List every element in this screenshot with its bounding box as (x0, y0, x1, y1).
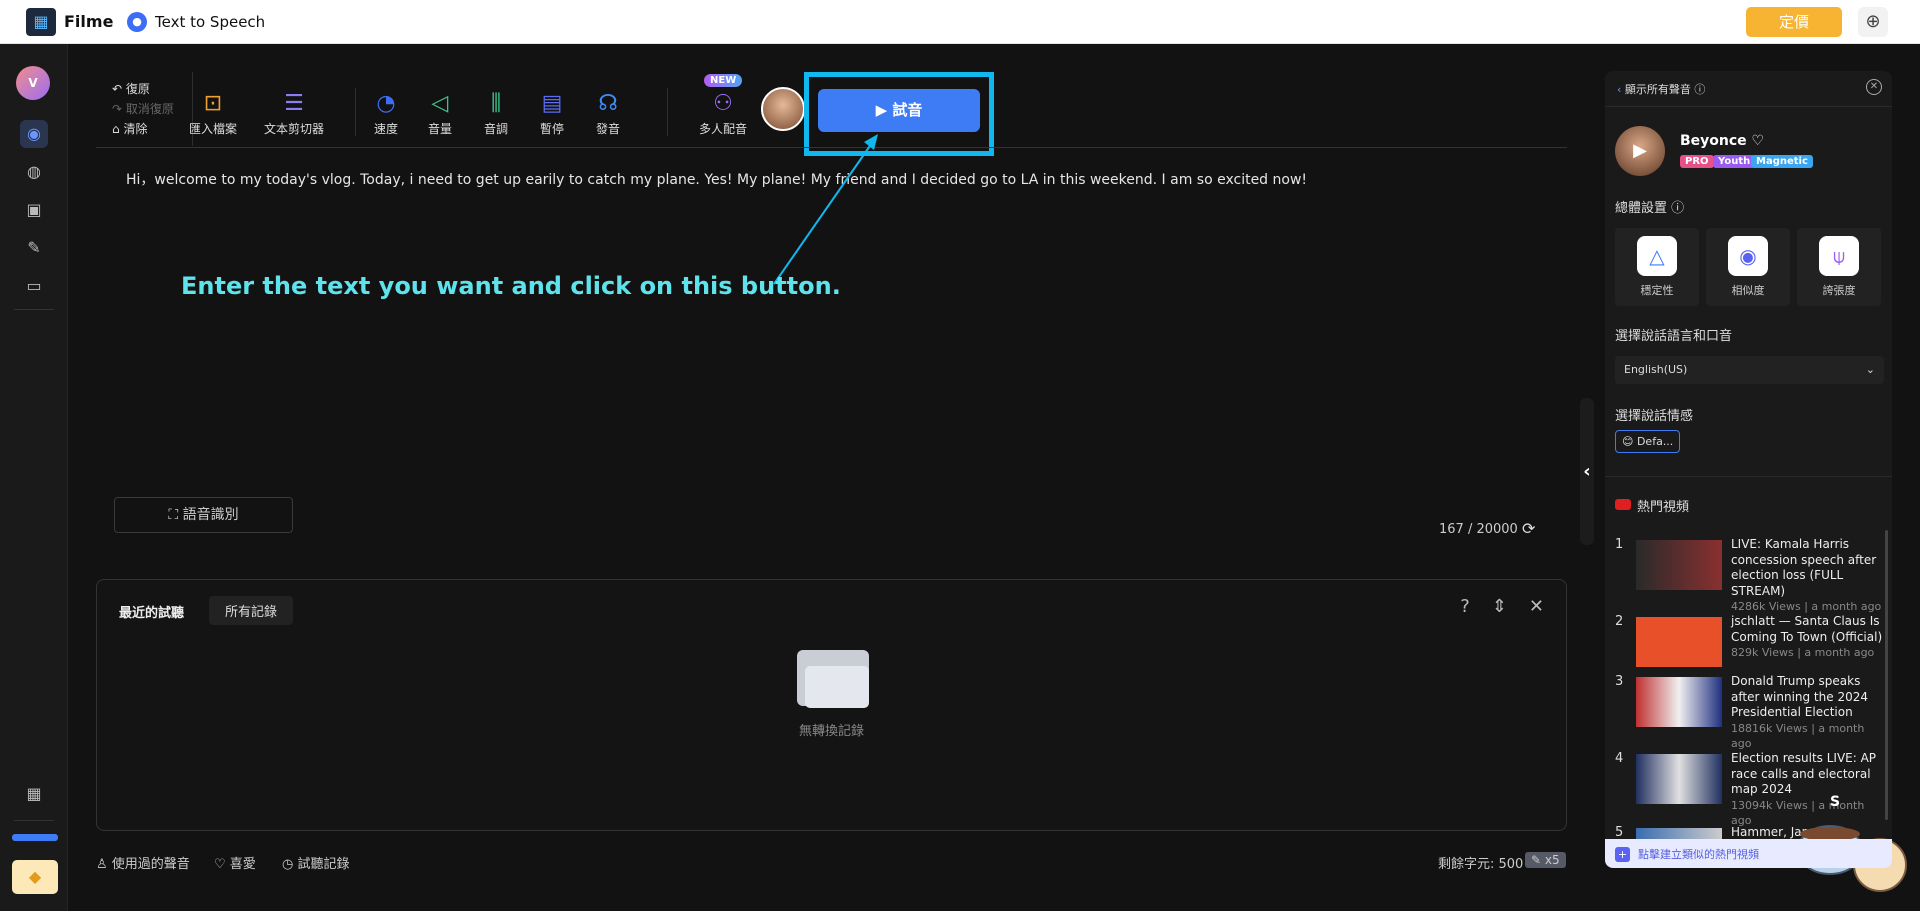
stability-setting[interactable]: △ 穩定性 (1615, 228, 1699, 306)
show-all-voices-button[interactable]: ‹ 顯示所有聲音 ⓘ (1617, 81, 1705, 97)
tag-magnetic: Magnetic (1751, 155, 1813, 168)
history-link[interactable]: ◷ 試聽記錄 (282, 853, 350, 872)
plus-icon: + (1615, 847, 1630, 862)
sort-icon[interactable]: ⇕ (1492, 596, 1507, 617)
tab-all-records[interactable]: 所有記錄 (209, 596, 294, 625)
video-meta: 18816k Views | a month ago (1731, 721, 1865, 751)
video-title: jschlatt — Santa Claus Is Coming To Town… (1731, 614, 1883, 644)
similarity-icon: ◉ (1728, 236, 1768, 276)
emotion-label: 選擇說話情感 (1615, 409, 1694, 424)
video-title: Donald Trump speaks after winning the 20… (1731, 674, 1868, 719)
annotation-text: Enter the text you want and click on thi… (181, 272, 841, 300)
trending-label: 熱門視頻 (1637, 500, 1690, 515)
video-meta: 4286k Views | a month ago (1731, 600, 1882, 613)
video-thumbnail[interactable] (1636, 540, 1722, 590)
video-thumbnail[interactable] (1636, 617, 1722, 667)
used-voices-link[interactable]: ♙ 使用過的聲音 (96, 853, 190, 872)
video-thumbnail[interactable] (1636, 677, 1722, 727)
scrollbar[interactable] (1885, 530, 1888, 820)
video-rank: 5 (1615, 825, 1624, 840)
stability-icon: △ (1637, 236, 1677, 276)
tag-pro: PRO (1680, 155, 1714, 168)
video-item[interactable]: 3 Donald Trump speaks after winning the … (1605, 674, 1892, 750)
empty-message: 無轉換記錄 (798, 724, 864, 739)
close-icon[interactable]: ✕ (1529, 596, 1544, 617)
heart-icon[interactable]: ♡ (1752, 133, 1765, 149)
voice-recognition-button[interactable]: ⛶ 語音識別 (114, 497, 293, 533)
video-title: LIVE: Kamala Harris concession speech af… (1731, 537, 1877, 598)
char-count: 167 / 20000 (1439, 522, 1518, 537)
history-panel: 最近的試聽 所有記錄 ? ⇕ ✕ 無轉換記錄 (96, 579, 1567, 831)
remaining-chars: 剩餘字元: 500 (1438, 857, 1524, 872)
scan-icon: ⛶ (168, 507, 179, 523)
video-item[interactable]: 1 LIVE: Kamala Harris concession speech … (1605, 537, 1892, 613)
youtube-icon (1615, 499, 1631, 510)
language-label: 選擇說話語言和口音 (1615, 329, 1733, 344)
chevron-down-icon: ⌄ (1865, 363, 1875, 376)
divider (1605, 476, 1892, 477)
emotion-select[interactable]: 😊 Defa... (1615, 430, 1681, 453)
language-select[interactable]: English(US) ⌄ (1615, 356, 1884, 384)
help-icon[interactable]: ? (1460, 596, 1470, 617)
panel-header: ‹ 顯示所有聲音 ⓘ ✕ (1605, 71, 1892, 107)
voice-recognition-label: 語音識別 (182, 507, 239, 523)
video-info[interactable]: jschlatt — Santa Claus Is Coming To Town… (1731, 614, 1886, 661)
video-rank: 2 (1615, 614, 1624, 629)
video-info[interactable]: LIVE: Kamala Harris concession speech af… (1731, 537, 1886, 615)
tag-youth: Youth (1713, 155, 1756, 168)
collapse-panel-button[interactable]: ‹ (1580, 398, 1594, 545)
empty-folder-icon (797, 650, 869, 708)
close-icon[interactable]: ✕ (1866, 79, 1882, 95)
multiplier-badge[interactable]: ✎ x5 (1525, 852, 1566, 868)
video-thumbnail[interactable] (1636, 754, 1722, 804)
overall-settings-label: 總體設置 ⓘ (1615, 201, 1685, 216)
favorites-link[interactable]: ♡ 喜愛 (214, 853, 256, 872)
video-info[interactable]: Donald Trump speaks after winning the 20… (1731, 674, 1886, 752)
exaggeration-icon: ⍦ (1819, 236, 1859, 276)
history-title: 最近的試聽 (119, 606, 185, 621)
refresh-icon[interactable]: ⟳ (1522, 519, 1535, 538)
video-rank: 3 (1615, 674, 1624, 689)
voice-name: Beyonce ♡ (1680, 133, 1765, 149)
video-meta: 829k Views | a month ago (1731, 646, 1875, 659)
create-similar-button[interactable]: + 點擊建立類似的熱門視頻 (1605, 839, 1892, 868)
voice-panel: ‹ 顯示所有聲音 ⓘ ✕ ▶ Beyonce ♡ PRO Youth Magne… (1605, 71, 1892, 868)
similarity-setting[interactable]: ◉ 相似度 (1706, 228, 1790, 306)
svg-text:S: S (1830, 794, 1840, 810)
voice-avatar-play[interactable]: ▶ (1615, 126, 1665, 176)
video-rank: 4 (1615, 751, 1624, 766)
video-rank: 1 (1615, 537, 1624, 552)
exaggeration-setting[interactable]: ⍦ 誇張度 (1797, 228, 1881, 306)
